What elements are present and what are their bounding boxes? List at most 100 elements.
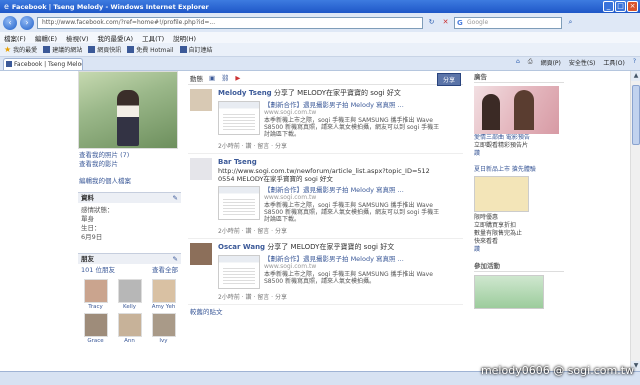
address-bar[interactable]: http://www.facebook.com/?ref=home#!/prof…	[37, 16, 423, 29]
author-avatar[interactable]	[190, 243, 212, 265]
friend-photo	[83, 313, 108, 337]
older-posts-link[interactable]: 較舊的貼文	[188, 305, 463, 320]
author-name[interactable]: Oscar Wang	[218, 243, 265, 251]
page-icon	[179, 46, 187, 53]
google-icon: G	[457, 18, 463, 27]
ad-image[interactable]	[474, 176, 529, 212]
tab-facebook[interactable]: Facebook | Tseng Melody	[3, 58, 83, 70]
menu-file[interactable]: 檔案(F)	[4, 33, 26, 43]
info-line: 感情狀態：	[81, 206, 114, 214]
story-meta[interactable]: 2小時前 · 讚 · 留言 · 分享	[218, 292, 463, 301]
see-all-friends-link[interactable]: 查看全部	[152, 266, 178, 275]
forward-button[interactable]: ›	[20, 15, 34, 30]
ad-line: 限時優惠	[474, 214, 499, 221]
search-box[interactable]: G Google	[454, 16, 562, 29]
ad-title[interactable]: 夏日新品上市 搶先體驗	[474, 166, 564, 174]
tab-status[interactable]: 動態	[190, 73, 203, 83]
attachment-title[interactable]: 【劃新合作】遇見攝影男子拍 Melody 寫真照 ...	[264, 255, 444, 263]
favorite-label: 免費 Hotmail	[136, 47, 174, 54]
attachment-thumbnail[interactable]	[218, 101, 260, 135]
story-header: Melody Tseng 分享了 MELODY在家乎寶寶的 sogi 好文	[218, 88, 463, 98]
friend-photo	[83, 279, 108, 303]
scroll-up-arrow-icon[interactable]: ▲	[631, 71, 640, 81]
friend-tile[interactable]: Ann	[114, 313, 145, 344]
stop-icon[interactable]: ✕	[440, 17, 451, 28]
ad-title[interactable]: 愛情三部曲 電影預告	[474, 134, 564, 142]
favorite-link-4[interactable]: 自訂連結	[179, 45, 213, 54]
search-icon[interactable]: ⌕	[565, 17, 576, 28]
ad-like-link[interactable]: 讚	[474, 150, 564, 158]
favorite-link-2[interactable]: 網頁快訊	[88, 45, 121, 54]
menu-favorites[interactable]: 我的最愛(A)	[98, 33, 134, 43]
ads-header: 廣告	[474, 71, 564, 83]
author-name[interactable]: Melody Tseng	[218, 89, 272, 97]
profile-photo[interactable]	[78, 71, 178, 149]
menu-edit[interactable]: 編輯(E)	[35, 33, 57, 43]
events-header: 參加活動	[474, 260, 564, 272]
favorite-link-3[interactable]: 免費 Hotmail	[127, 45, 174, 54]
friend-name: Grace	[87, 338, 104, 344]
favorite-label: 建議的網站	[52, 47, 83, 54]
edit-pencil-icon[interactable]: ✎	[173, 193, 178, 203]
ad-text: 立即觀看精彩預告片	[474, 142, 529, 149]
scroll-thumb[interactable]	[632, 85, 640, 145]
person-figure	[514, 90, 534, 130]
edit-profile-link[interactable]: 編輯我的個人檔案	[79, 177, 180, 186]
menu-bar: 檔案(F) 編輯(E) 檢視(V) 我的最愛(A) 工具(T) 說明(H)	[0, 32, 640, 43]
attachment-title[interactable]: 【劃新合作】遇見攝影男子拍 Melody 寫真照 ...	[264, 186, 444, 194]
friend-tile[interactable]: Ivy	[148, 313, 179, 344]
help-icon[interactable]: ?	[633, 58, 636, 67]
story-meta[interactable]: 2小時前 · 讚 · 留言 · 分享	[218, 141, 463, 150]
command-safety[interactable]: 安全性(S)	[569, 58, 596, 67]
menu-tools[interactable]: 工具(T)	[142, 33, 164, 43]
close-button[interactable]: ×	[627, 1, 638, 12]
menu-view[interactable]: 檢視(V)	[66, 33, 89, 43]
menu-help[interactable]: 說明(H)	[173, 33, 196, 43]
favorites-bar: ★ 我的最愛 建議的網站 網頁快訊 免費 Hotmail 自訂連結	[0, 43, 640, 57]
feed-story: Melody Tseng 分享了 MELODY在家乎寶寶的 sogi 好文 【劃…	[188, 85, 463, 154]
story-meta[interactable]: 2小時前 · 讚 · 留言 · 分享	[218, 226, 463, 235]
info-title: 資料	[81, 194, 94, 202]
friend-tile[interactable]: Amy Yeh	[148, 279, 179, 310]
attachment-thumbnail[interactable]	[218, 255, 260, 289]
view-videos-link[interactable]: 查看我的影片	[79, 160, 180, 169]
back-button[interactable]: ‹	[3, 15, 17, 30]
star-icon: ★	[4, 45, 12, 54]
friend-tile[interactable]: Kelly	[114, 279, 145, 310]
home-icon[interactable]: ⌂	[516, 58, 520, 67]
favorite-link-1[interactable]: 建議的網站	[43, 45, 82, 54]
page-icon	[43, 46, 51, 53]
author-name[interactable]: Bar Tseng	[218, 158, 257, 166]
share-toolbar: 動態 ▣ ⛓ ▶ 分享	[188, 71, 463, 86]
ad-like-link[interactable]: 讚	[474, 246, 564, 254]
author-avatar[interactable]	[190, 158, 212, 180]
photo-icon[interactable]: ▣	[209, 74, 215, 82]
ad-line: 快來看看	[474, 238, 499, 245]
command-page[interactable]: 網頁(P)	[541, 58, 561, 67]
attachment-url: www.sogi.com.tw	[264, 263, 317, 270]
video-icon[interactable]: ▶	[235, 74, 240, 82]
friend-tile[interactable]: Tracy	[80, 279, 111, 310]
minimize-button[interactable]: _	[603, 1, 614, 12]
attachment-thumbnail[interactable]	[218, 186, 260, 220]
refresh-icon[interactable]: ↻	[426, 17, 437, 28]
author-avatar[interactable]	[190, 89, 212, 111]
friend-name: Ann	[124, 338, 135, 344]
friend-tile[interactable]: Grace	[80, 313, 111, 344]
attachment: 【劃新合作】遇見攝影男子拍 Melody 寫真照 ... www.sogi.co…	[218, 255, 463, 289]
person-figure	[482, 94, 500, 130]
attachment-title[interactable]: 【劃新合作】遇見攝影男子拍 Melody 寫真照 ...	[264, 101, 444, 109]
view-photos-link[interactable]: 查看我的照片 (7)	[79, 151, 180, 160]
event-image[interactable]	[474, 275, 544, 309]
ad-image[interactable]	[474, 86, 559, 134]
edit-pencil-icon[interactable]: ✎	[173, 254, 178, 264]
friend-photo	[151, 313, 176, 337]
print-icon[interactable]: ⎙	[528, 58, 533, 67]
link-icon[interactable]: ⛓	[221, 74, 229, 82]
vertical-scrollbar[interactable]: ▲ ▼	[630, 71, 640, 371]
info-line: 單身	[81, 215, 94, 223]
friends-count[interactable]: 101 位朋友	[81, 266, 115, 275]
command-tools[interactable]: 工具(O)	[603, 58, 624, 67]
maximize-button[interactable]: □	[615, 1, 626, 12]
favorites-button[interactable]: ★ 我的最愛	[4, 45, 37, 54]
